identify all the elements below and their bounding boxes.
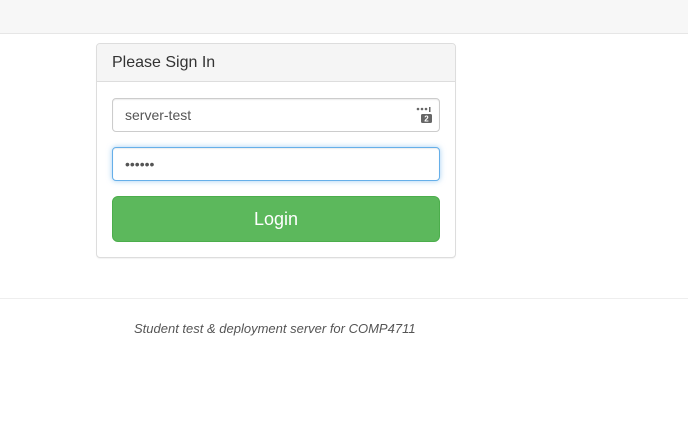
username-input[interactable]	[112, 98, 440, 132]
username-field-wrapper: 2	[112, 98, 440, 132]
login-button[interactable]: Login	[112, 196, 440, 242]
password-input[interactable]	[112, 147, 440, 181]
panel-heading: Please Sign In	[97, 44, 455, 82]
password-manager-icon[interactable]: 2	[416, 106, 434, 124]
password-field-wrapper	[112, 147, 440, 181]
svg-text:2: 2	[424, 115, 429, 124]
login-panel: Please Sign In 2 Login	[96, 43, 456, 258]
footer-text: Student test & deployment server for COM…	[134, 321, 416, 336]
panel-title: Please Sign In	[112, 54, 216, 71]
top-navbar	[0, 0, 688, 34]
footer-divider	[0, 298, 688, 299]
